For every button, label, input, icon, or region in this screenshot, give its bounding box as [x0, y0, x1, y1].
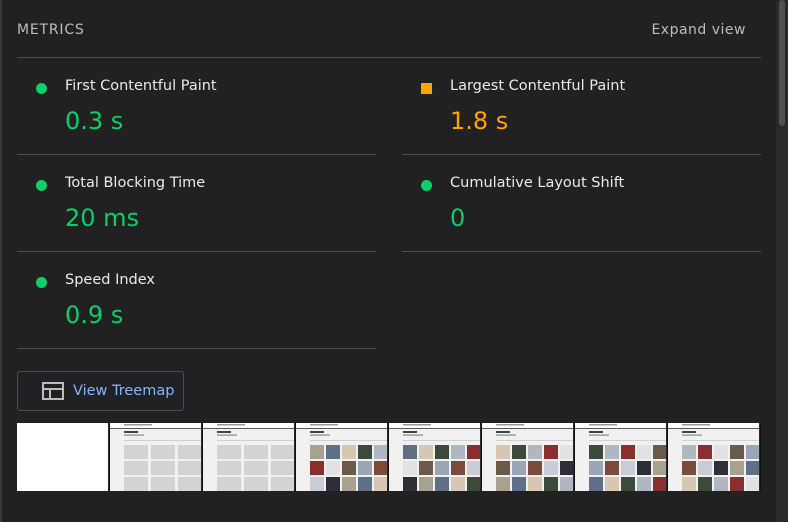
filmstrip-frame: [296, 423, 388, 491]
view-treemap-label: View Treemap: [73, 383, 175, 399]
panel-left-edge: [0, 0, 2, 522]
filmstrip-frame: [482, 423, 574, 491]
metric-label: Largest Contentful Paint: [450, 78, 626, 94]
metric-value: 0: [450, 204, 466, 232]
status-indicator-icon: [421, 83, 432, 94]
metric-label: Total Blocking Time: [65, 175, 206, 191]
metric-total-blocking-time: Total Blocking Time 20 ms: [17, 155, 376, 252]
metric-label: Cumulative Layout Shift: [450, 175, 625, 191]
status-indicator-icon: [421, 180, 432, 191]
status-indicator-icon: [36, 180, 47, 191]
metric-value: 20 ms: [65, 204, 140, 232]
expand-view-button[interactable]: Expand view: [651, 22, 746, 38]
filmstrip-frame: [389, 423, 481, 491]
section-title: METRICS: [17, 22, 85, 38]
filmstrip-frame: [17, 423, 109, 491]
treemap-icon: [42, 382, 64, 400]
metric-speed-index: Speed Index 0.9 s: [17, 252, 376, 349]
metric-first-contentful-paint: First Contentful Paint 0.3 s: [17, 58, 376, 155]
metric-largest-contentful-paint: Largest Contentful Paint 1.8 s: [402, 58, 761, 155]
metric-label: First Contentful Paint: [65, 78, 217, 94]
view-treemap-button[interactable]: View Treemap: [17, 371, 184, 411]
metric-value: 0.9 s: [65, 301, 124, 329]
filmstrip-frame: [575, 423, 667, 491]
metric-value: 1.8 s: [450, 107, 509, 135]
filmstrip-frame: [110, 423, 202, 491]
screenshot-filmstrip: [17, 423, 761, 491]
metric-cumulative-layout-shift: Cumulative Layout Shift 0: [402, 155, 761, 252]
filmstrip-frame: [203, 423, 295, 491]
scrollbar[interactable]: [776, 0, 788, 522]
filmstrip-frame: [668, 423, 760, 491]
scrollbar-thumb[interactable]: [779, 0, 785, 126]
metric-label: Speed Index: [65, 272, 155, 288]
status-indicator-icon: [36, 277, 47, 288]
status-indicator-icon: [36, 83, 47, 94]
metric-value: 0.3 s: [65, 107, 124, 135]
